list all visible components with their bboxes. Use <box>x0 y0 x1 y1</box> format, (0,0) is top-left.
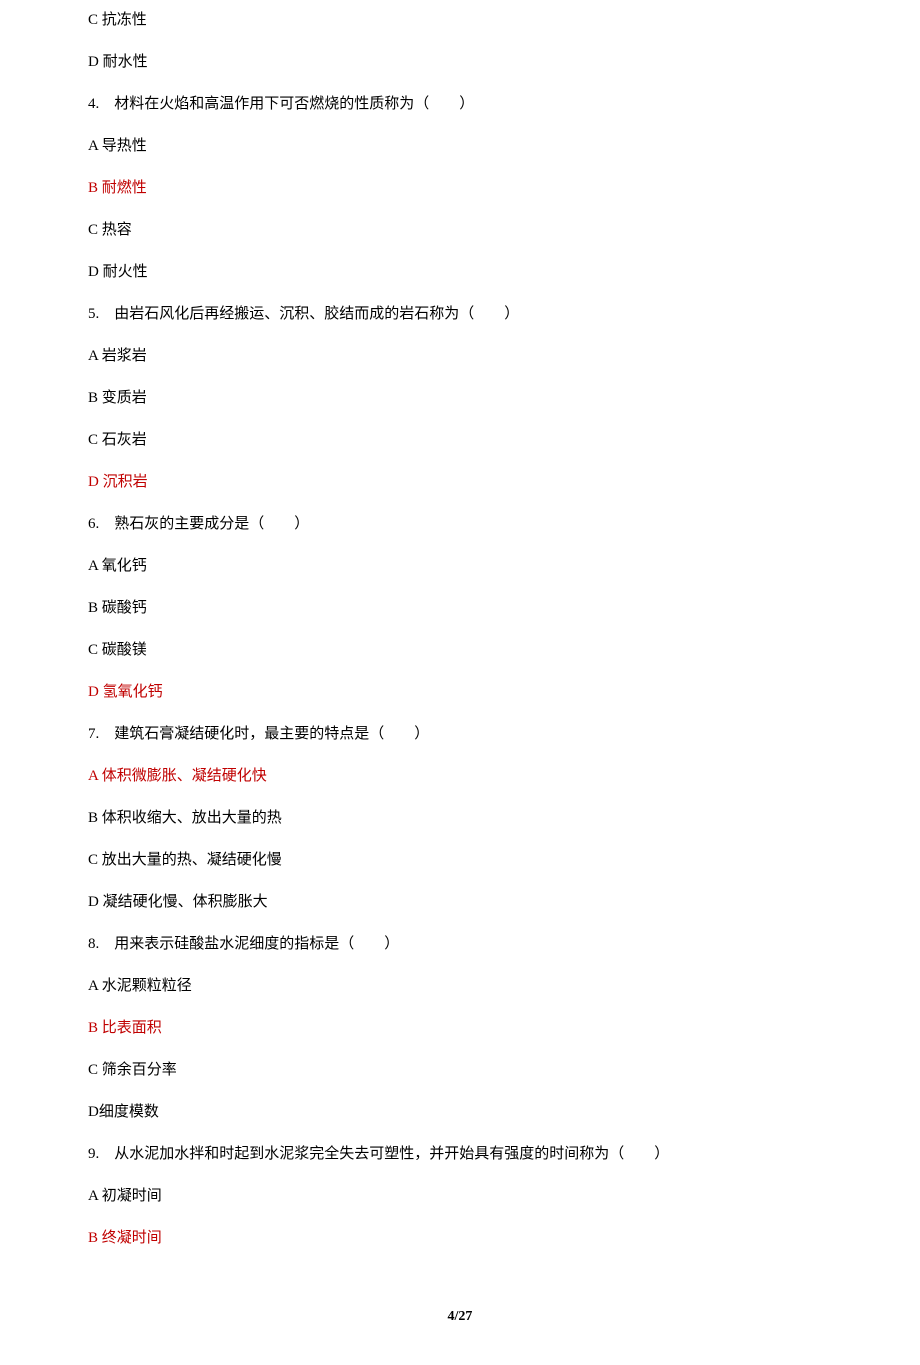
text-line: C 石灰岩 <box>88 430 832 451</box>
answer-option: A 体积微膨胀、凝结硬化快 <box>88 766 832 787</box>
text-line: B 变质岩 <box>88 388 832 409</box>
text-lines-container: C 抗冻性 D 耐水性 4. 材料在火焰和高温作用下可否燃烧的性质称为（ ） A 导热… <box>88 10 832 1249</box>
text-line: A 氧化钙 <box>88 556 832 577</box>
text-line: A 水泥颗粒粒径 <box>88 976 832 997</box>
answer-option: B 耐燃性 <box>88 178 832 199</box>
answer-option: D 沉积岩 <box>88 472 832 493</box>
text-line: A 初凝时间 <box>88 1186 832 1207</box>
text-line: 6. 熟石灰的主要成分是（ ） <box>88 514 832 535</box>
text-line: A 导热性 <box>88 136 832 157</box>
text-line: D细度模数 <box>88 1102 832 1123</box>
text-line: C 热容 <box>88 220 832 241</box>
text-line: C 碳酸镁 <box>88 640 832 661</box>
answer-option: B 终凝时间 <box>88 1228 832 1249</box>
text-line: C 筛余百分率 <box>88 1060 832 1081</box>
page-content: C 抗冻性 D 耐水性 4. 材料在火焰和高温作用下可否燃烧的性质称为（ ） A 导热… <box>0 0 920 1365</box>
text-line: 9. 从水泥加水拌和时起到水泥浆完全失去可塑性，并开始具有强度的时间称为（ ） <box>88 1144 832 1165</box>
answer-option: D 氢氧化钙 <box>88 682 832 703</box>
text-line: D 耐火性 <box>88 262 832 283</box>
text-line: B 体积收缩大、放出大量的热 <box>88 808 832 829</box>
text-line: 5. 由岩石风化后再经搬运、沉积、胶结而成的岩石称为（ ） <box>88 304 832 325</box>
text-line: D 耐水性 <box>88 52 832 73</box>
answer-option: B 比表面积 <box>88 1018 832 1039</box>
text-line: D 凝结硬化慢、体积膨胀大 <box>88 892 832 913</box>
text-line: A 岩浆岩 <box>88 346 832 367</box>
text-line: C 抗冻性 <box>88 10 832 31</box>
text-line: B 碳酸钙 <box>88 598 832 619</box>
text-line: 4. 材料在火焰和高温作用下可否燃烧的性质称为（ ） <box>88 94 832 115</box>
page-number: 4/27 <box>88 1309 832 1325</box>
text-line: 8. 用来表示硅酸盐水泥细度的指标是（ ） <box>88 934 832 955</box>
text-line: C 放出大量的热、凝结硬化慢 <box>88 850 832 871</box>
text-line: 7. 建筑石膏凝结硬化时，最主要的特点是（ ） <box>88 724 832 745</box>
